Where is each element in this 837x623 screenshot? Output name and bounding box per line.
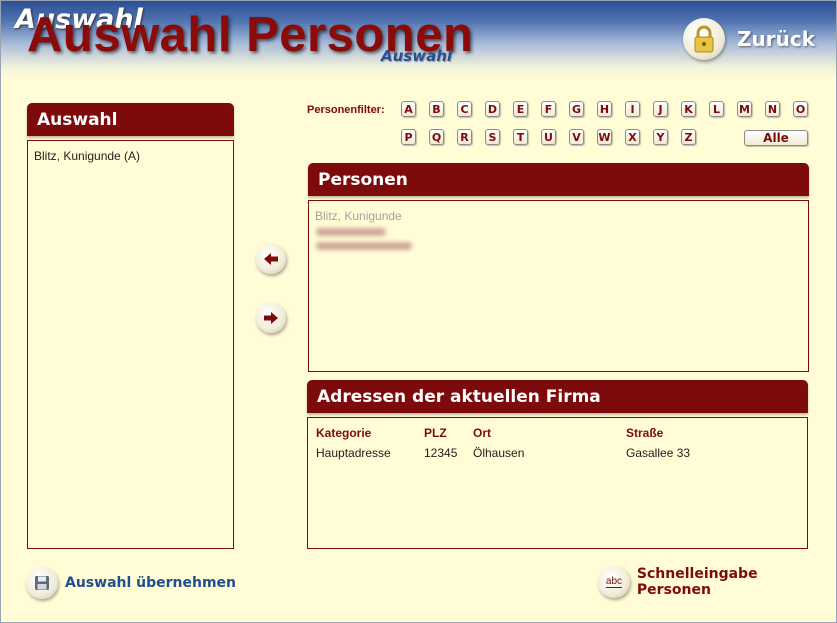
arrow-right-icon [264, 312, 278, 324]
column-header-ort[interactable]: Ort [473, 426, 491, 440]
auswahl-uebernehmen-button[interactable]: Auswahl übernehmen [26, 567, 236, 599]
filter-letter-k[interactable]: K [681, 101, 696, 117]
personenfilter-label: Personenfilter: [307, 104, 385, 116]
adressen-panel-header: Adressen der aktuellen Firma [307, 380, 808, 413]
abc-icon-text: abc [605, 576, 623, 588]
personen-list[interactable]: Blitz, Kunigunde [308, 200, 809, 372]
personen-panel-title: Personen [318, 169, 408, 190]
filter-letter-m[interactable]: M [737, 101, 752, 117]
filter-letter-v[interactable]: V [569, 129, 584, 145]
list-item[interactable]: Blitz, Kunigunde (A) [34, 149, 140, 163]
filter-letter-e[interactable]: E [513, 101, 528, 117]
filter-letter-u[interactable]: U [541, 129, 556, 145]
filter-letter-f[interactable]: F [541, 101, 556, 117]
filter-letter-t[interactable]: T [513, 129, 528, 145]
redacted-list-item[interactable] [316, 242, 412, 250]
auswahl-personen-window: Auswahl Auswahl Personen Auswahl Zurück … [0, 0, 837, 623]
filter-letter-y[interactable]: Y [653, 129, 668, 145]
filter-all-button[interactable]: Alle [744, 130, 808, 146]
save-label: Auswahl übernehmen [65, 575, 237, 591]
filter-letter-w[interactable]: W [597, 129, 612, 145]
column-header-plz[interactable]: PLZ [424, 426, 447, 440]
personen-panel-header: Personen [308, 163, 809, 196]
back-button[interactable]: Zurück [683, 17, 823, 61]
floppy-disk-icon [26, 567, 58, 599]
filter-letter-r[interactable]: R [457, 129, 472, 145]
filter-letter-p[interactable]: P [401, 129, 416, 145]
cell-plz: 12345 [424, 446, 458, 460]
spellcheck-abc-icon: abc [598, 566, 630, 598]
adressen-panel-title: Adressen der aktuellen Firma [317, 386, 601, 407]
filter-letter-x[interactable]: X [625, 129, 640, 145]
filter-letter-j[interactable]: J [653, 101, 668, 117]
auswahl-list[interactable]: Blitz, Kunigunde (A) [27, 140, 234, 549]
filter-letter-q[interactable]: Q [429, 129, 444, 145]
list-item[interactable]: Blitz, Kunigunde [315, 209, 402, 223]
back-label: Zurück [737, 27, 815, 51]
filter-letter-a[interactable]: A [401, 101, 416, 117]
filter-letter-h[interactable]: H [597, 101, 612, 117]
filter-letter-d[interactable]: D [485, 101, 500, 117]
redacted-list-item[interactable] [316, 228, 386, 236]
filter-letter-g[interactable]: G [569, 101, 584, 117]
column-header-kategorie[interactable]: Kategorie [316, 426, 371, 440]
quick-entry-label: Schnelleingabe Personen [636, 566, 758, 598]
filter-letter-z[interactable]: Z [681, 129, 696, 145]
filter-letter-n[interactable]: N [765, 101, 780, 117]
filter-letter-l[interactable]: L [709, 101, 724, 117]
column-header-strasse[interactable]: Straße [626, 426, 663, 440]
page-subtitle: Auswahl [381, 47, 453, 65]
lock-icon [683, 18, 725, 60]
arrow-left-icon [264, 253, 278, 265]
auswahl-panel-title: Auswahl [37, 109, 118, 130]
filter-letter-s[interactable]: S [485, 129, 500, 145]
filter-letter-o[interactable]: O [793, 101, 808, 117]
move-right-button[interactable] [256, 303, 286, 333]
move-left-button[interactable] [256, 244, 286, 274]
schnelleingabe-button[interactable]: abc Schnelleingabe Personen [598, 566, 836, 598]
cell-kategorie: Hauptadresse [316, 446, 391, 460]
adressen-table: Kategorie PLZ Ort Straße Hauptadresse 12… [307, 417, 808, 549]
filter-letter-b[interactable]: B [429, 101, 444, 117]
filter-letter-i[interactable]: I [625, 101, 640, 117]
cell-ort: Ölhausen [473, 446, 525, 460]
filter-letter-c[interactable]: C [457, 101, 472, 117]
auswahl-panel-header: Auswahl [27, 103, 234, 136]
cell-strasse: Gasallee 33 [626, 446, 691, 460]
